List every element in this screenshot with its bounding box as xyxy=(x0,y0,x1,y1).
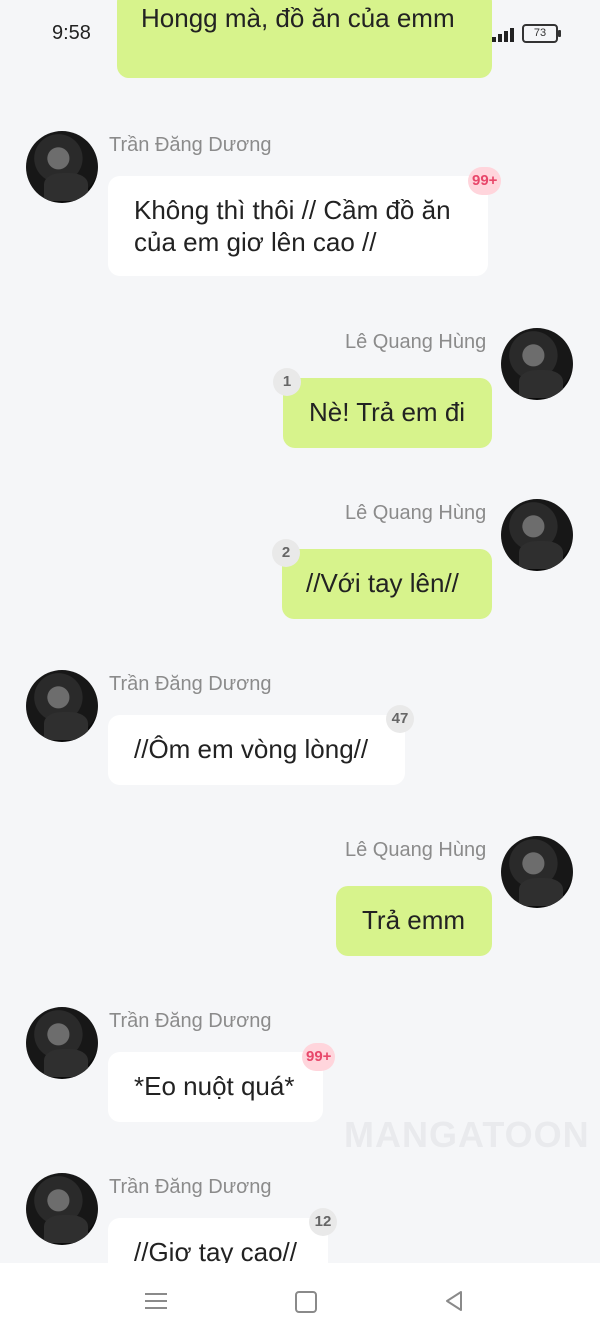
status-indicators: 73 xyxy=(492,24,561,43)
message-bubble[interactable]: *Eo nuột quá* xyxy=(108,1052,323,1122)
message-bubble[interactable]: Hongg mà, đồ ăn của emm xyxy=(117,0,492,78)
sender-name: Lê Quang Hùng xyxy=(345,331,487,353)
avatar[interactable] xyxy=(501,836,573,908)
comment-badge[interactable]: 2 xyxy=(272,539,300,567)
avatar[interactable] xyxy=(501,328,573,400)
avatar[interactable] xyxy=(26,131,98,203)
back-icon[interactable] xyxy=(440,1287,468,1315)
message-text: *Eo nuột quá* xyxy=(134,1071,295,1101)
sender-name: Trần Đăng Dương xyxy=(109,1176,272,1198)
message-bubble[interactable]: Không thì thôi // Cầm đồ ăn của em giơ l… xyxy=(108,176,488,276)
message-text: Hongg mà, đồ ăn của emm xyxy=(141,3,455,33)
sender-name: Trần Đăng Dương xyxy=(109,673,272,695)
comment-badge[interactable]: 99+ xyxy=(302,1043,336,1071)
menu-icon[interactable] xyxy=(142,1287,170,1315)
message-text: Nè! Trả em đi xyxy=(309,397,466,427)
signal-icon xyxy=(492,26,514,42)
watermark: MANGATOON xyxy=(344,1114,590,1155)
message-bubble[interactable]: Trả emm xyxy=(336,886,492,956)
battery-indicator: 73 xyxy=(522,24,561,43)
navigation-bar xyxy=(0,1263,600,1337)
sender-name: Lê Quang Hùng xyxy=(345,502,487,524)
avatar[interactable] xyxy=(501,499,573,571)
status-time: 9:58 xyxy=(52,22,91,44)
message-text: Không thì thôi // Cầm đồ ăn của em giơ l… xyxy=(134,195,451,257)
home-icon[interactable] xyxy=(295,1291,317,1313)
comment-badge[interactable]: 12 xyxy=(309,1208,337,1236)
sender-name: Trần Đăng Dương xyxy=(109,1010,272,1032)
message-bubble[interactable]: //Với tay lên// xyxy=(282,549,492,619)
message-bubble[interactable]: Nè! Trả em đi xyxy=(283,378,492,448)
message-bubble[interactable]: //Ôm em vòng lòng// xyxy=(108,715,405,785)
sender-name: Lê Quang Hùng xyxy=(345,839,487,861)
message-text: Trả emm xyxy=(362,905,466,935)
sender-name: Trần Đăng Dương xyxy=(109,134,272,156)
message-text: //Với tay lên// xyxy=(306,568,459,598)
comment-badge[interactable]: 1 xyxy=(273,368,301,396)
message-text: //Ôm em vòng lòng// xyxy=(134,734,369,764)
comment-badge[interactable]: 47 xyxy=(386,705,414,733)
comment-badge[interactable]: 99+ xyxy=(468,167,502,195)
avatar[interactable] xyxy=(26,670,98,742)
avatar[interactable] xyxy=(26,1173,98,1245)
avatar[interactable] xyxy=(26,1007,98,1079)
